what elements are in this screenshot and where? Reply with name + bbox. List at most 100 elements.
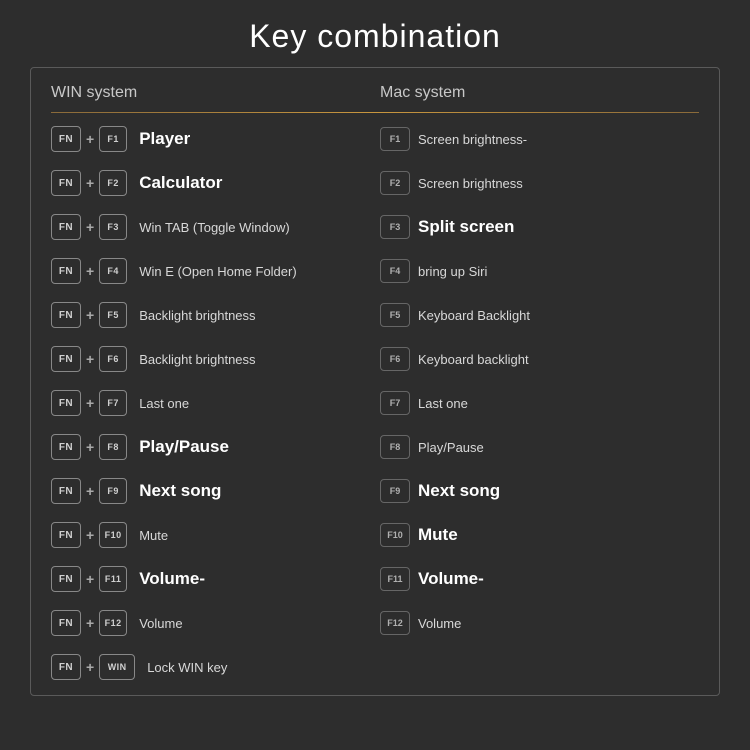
table-row: FN + F12 Volume F12 Volume bbox=[31, 601, 719, 645]
win-side: FN + F6 Backlight brightness bbox=[51, 346, 370, 372]
mac-side: F6Keyboard backlight bbox=[370, 347, 699, 371]
mac-label: Screen brightness- bbox=[418, 132, 527, 147]
fn-key: FN bbox=[51, 522, 81, 548]
win-label: Play/Pause bbox=[139, 437, 229, 457]
win-label: Volume- bbox=[139, 569, 205, 589]
win-side: FN+F1Player bbox=[51, 126, 370, 152]
mac-side: F4 bring up Siri bbox=[370, 259, 699, 283]
mac-f-key: F11 bbox=[380, 567, 410, 591]
win-label: Player bbox=[139, 129, 190, 149]
f-key: WIN bbox=[99, 654, 135, 680]
win-side: FN + F12 Volume bbox=[51, 610, 370, 636]
f-key: F10 bbox=[99, 522, 127, 548]
mac-side: F5 Keyboard Backlight bbox=[370, 303, 699, 327]
table-row: FN+F1PlayerF1Screen brightness- bbox=[31, 117, 719, 161]
mac-f-key: F4 bbox=[380, 259, 410, 283]
table-row: FN+F8Play/PauseF8Play/Pause bbox=[31, 425, 719, 469]
plus-sign: + bbox=[86, 219, 94, 235]
win-label: Lock WIN key bbox=[147, 660, 227, 675]
mac-side: F1 Screen brightness- bbox=[370, 127, 699, 151]
win-side: FN + F11 Volume- bbox=[51, 566, 370, 592]
win-label: Backlight brightness bbox=[139, 308, 255, 323]
fn-key: FN bbox=[51, 610, 81, 636]
mac-f-key: F12 bbox=[380, 611, 410, 635]
plus-sign: + bbox=[86, 131, 94, 147]
plus-sign: + bbox=[86, 175, 94, 191]
mac-f-key: F3 bbox=[380, 215, 410, 239]
fn-key: FN bbox=[51, 654, 81, 680]
win-side: FN+F10Mute bbox=[51, 522, 370, 548]
f-key: F12 bbox=[99, 610, 127, 636]
mac-f-key: F9 bbox=[380, 479, 410, 503]
fn-key: FN bbox=[51, 390, 81, 416]
win-side: FN+F5Backlight brightness bbox=[51, 302, 370, 328]
plus-sign: + bbox=[86, 659, 94, 675]
win-label: Win E (Open Home Folder) bbox=[139, 264, 297, 279]
mac-label: Mute bbox=[418, 525, 458, 545]
mac-label: Last one bbox=[418, 396, 468, 411]
win-label: Last one bbox=[139, 396, 189, 411]
mac-side: F9 Next song bbox=[370, 479, 699, 503]
plus-sign: + bbox=[86, 307, 94, 323]
win-side: FN + WIN Lock WIN key bbox=[51, 654, 370, 680]
mac-side: F7Last one bbox=[370, 391, 699, 415]
plus-sign: + bbox=[86, 395, 94, 411]
f-key: F4 bbox=[99, 258, 127, 284]
f-key: F3 bbox=[99, 214, 127, 240]
table-row: FN + F9 Next songF9 Next song bbox=[31, 469, 719, 513]
mac-side: F11Volume- bbox=[370, 567, 699, 591]
win-label: Calculator bbox=[139, 173, 222, 193]
table-row: FN+F7Last oneF7Last one bbox=[31, 381, 719, 425]
fn-key: FN bbox=[51, 214, 81, 240]
win-label: Volume bbox=[139, 616, 182, 631]
table-row: FN+F3Win TAB (Toggle Window)F3Split scre… bbox=[31, 205, 719, 249]
plus-sign: + bbox=[86, 527, 94, 543]
mac-f-key: F5 bbox=[380, 303, 410, 327]
f-key: F6 bbox=[99, 346, 127, 372]
fn-key: FN bbox=[51, 346, 81, 372]
mac-f-key: F1 bbox=[380, 127, 410, 151]
fn-key: FN bbox=[51, 434, 81, 460]
mac-f-key: F10 bbox=[380, 523, 410, 547]
table-row: FN+F10MuteF10Mute bbox=[31, 513, 719, 557]
mac-label: Keyboard Backlight bbox=[418, 308, 530, 323]
table-row: FN+F5Backlight brightnessF5Keyboard Back… bbox=[31, 293, 719, 337]
plus-sign: + bbox=[86, 571, 94, 587]
table-row: FN + WIN Lock WIN key bbox=[31, 645, 719, 689]
table-row: FN+F2CalculatorF2Screen brightness bbox=[31, 161, 719, 205]
fn-key: FN bbox=[51, 566, 81, 592]
mac-side: F10 Mute bbox=[370, 523, 699, 547]
mac-label: Play/Pause bbox=[418, 440, 484, 455]
f-key: F11 bbox=[99, 566, 127, 592]
win-side: FN+F4Win E (Open Home Folder) bbox=[51, 258, 370, 284]
page-title: Key combination bbox=[0, 0, 750, 67]
table-row: FN+F4Win E (Open Home Folder)F4bring up … bbox=[31, 249, 719, 293]
f-key: F5 bbox=[99, 302, 127, 328]
mac-side: F2Screen brightness bbox=[370, 171, 699, 195]
mac-label: bring up Siri bbox=[418, 264, 487, 279]
mac-f-key: F8 bbox=[380, 435, 410, 459]
plus-sign: + bbox=[86, 263, 94, 279]
mac-side: F12 Volume bbox=[370, 611, 699, 635]
plus-sign: + bbox=[86, 351, 94, 367]
table-row: FN + F6 Backlight brightness F6Keyboard back… bbox=[31, 337, 719, 381]
mac-label: Split screen bbox=[418, 217, 514, 237]
mac-label: Volume bbox=[418, 616, 461, 631]
win-label: Backlight brightness bbox=[139, 352, 255, 367]
key-combination-table: WIN system Mac system FN + F1 Player F1 Scree… bbox=[30, 67, 720, 696]
mac-f-key: F6 bbox=[380, 347, 410, 371]
win-side: FN+F8Play/Pause bbox=[51, 434, 370, 460]
rows-container: FN + F1 Player F1 Screen brightness- FN + F2 Calc… bbox=[31, 117, 719, 689]
plus-sign: + bbox=[86, 483, 94, 499]
f-key: F8 bbox=[99, 434, 127, 460]
mac-label: Next song bbox=[418, 481, 500, 501]
f-key: F2 bbox=[99, 170, 127, 196]
table-row: FN+F11Volume-F11Volume- bbox=[31, 557, 719, 601]
f-key: F7 bbox=[99, 390, 127, 416]
header-divider bbox=[51, 112, 699, 113]
win-system-header: WIN system bbox=[51, 84, 370, 102]
f-key: F1 bbox=[99, 126, 127, 152]
table-header: WIN system Mac system bbox=[31, 78, 719, 112]
plus-sign: + bbox=[86, 615, 94, 631]
fn-key: FN bbox=[51, 478, 81, 504]
